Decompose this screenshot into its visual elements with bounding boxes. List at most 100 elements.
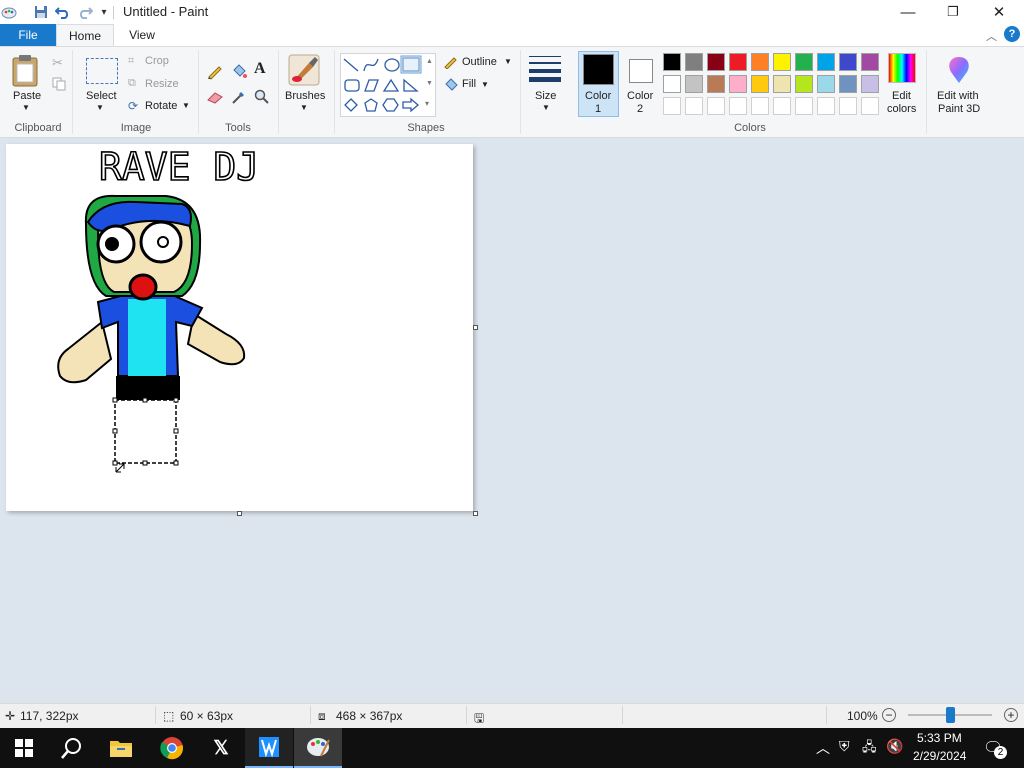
tray-overflow-chevron-icon[interactable]: ︿ bbox=[816, 738, 830, 758]
text-tool-icon[interactable]: A bbox=[254, 60, 266, 78]
video-editor-button[interactable] bbox=[245, 728, 293, 768]
size-dropdown-chevron-icon[interactable]: ▼ bbox=[542, 103, 550, 112]
size-icon[interactable] bbox=[529, 54, 561, 85]
outline-icon[interactable] bbox=[443, 55, 459, 72]
paste-dropdown-chevron-icon[interactable]: ▼ bbox=[22, 103, 30, 112]
undo-icon[interactable] bbox=[54, 3, 72, 21]
tab-home[interactable]: Home bbox=[56, 24, 114, 46]
shapes-expand-icon[interactable]: ▾ bbox=[425, 99, 429, 108]
palette-swatch[interactable] bbox=[751, 53, 769, 71]
palette-swatch[interactable] bbox=[795, 75, 813, 93]
drawing-canvas[interactable]: RAVE DJ bbox=[6, 144, 473, 511]
zoom-in-button[interactable]: + bbox=[1004, 708, 1018, 722]
taskbar-time[interactable]: 5:33 PM bbox=[917, 731, 962, 745]
x-app-icon[interactable]: 𝕏 bbox=[197, 728, 245, 768]
palette-swatch[interactable] bbox=[663, 53, 681, 71]
collapse-ribbon-chevron-icon[interactable]: ︿ bbox=[986, 28, 997, 44]
taskbar-date[interactable]: 2/29/2024 bbox=[913, 749, 966, 763]
custom-color-slot[interactable] bbox=[729, 97, 747, 115]
outline-button[interactable]: Outline bbox=[462, 56, 497, 68]
chrome-button[interactable] bbox=[148, 728, 196, 768]
palette-swatch[interactable] bbox=[861, 75, 879, 93]
rotate-dropdown-chevron-icon[interactable]: ▼ bbox=[182, 101, 190, 110]
custom-color-slot[interactable] bbox=[839, 97, 857, 115]
palette-swatch[interactable] bbox=[707, 53, 725, 71]
crop-icon[interactable]: ⌗ bbox=[128, 55, 134, 68]
palette-swatch[interactable] bbox=[663, 75, 681, 93]
paint-taskbar-button[interactable] bbox=[294, 728, 342, 768]
paint3d-icon[interactable] bbox=[945, 55, 973, 88]
save-icon[interactable] bbox=[32, 3, 50, 21]
restore-button[interactable]: ❐ bbox=[930, 0, 976, 24]
color2-swatch[interactable] bbox=[629, 59, 653, 83]
shapes-scroll-up-icon[interactable]: ▲ bbox=[426, 58, 433, 65]
copy-icon[interactable] bbox=[52, 77, 66, 94]
canvas-resize-handle-bottom[interactable] bbox=[237, 511, 242, 516]
minimize-button[interactable]: — bbox=[885, 0, 931, 24]
redo-icon[interactable] bbox=[76, 3, 94, 21]
shapes-gallery[interactable] bbox=[340, 53, 436, 117]
search-button[interactable] bbox=[48, 728, 96, 768]
canvas-resize-handle-corner[interactable] bbox=[473, 511, 478, 516]
tab-view[interactable]: View bbox=[114, 24, 170, 46]
close-button[interactable]: ✕ bbox=[976, 0, 1022, 24]
magnifier-icon[interactable] bbox=[254, 89, 270, 108]
palette-swatch[interactable] bbox=[839, 75, 857, 93]
eraser-icon[interactable] bbox=[206, 90, 224, 107]
palette-swatch[interactable] bbox=[773, 75, 791, 93]
custom-color-slot[interactable] bbox=[751, 97, 769, 115]
pencil-icon[interactable] bbox=[206, 62, 224, 83]
shapes-scroll-down-icon[interactable]: ▼ bbox=[426, 80, 433, 87]
palette-swatch[interactable] bbox=[729, 75, 747, 93]
brushes-dropdown-chevron-icon[interactable]: ▼ bbox=[300, 103, 308, 112]
edit-colors-icon[interactable] bbox=[888, 53, 916, 83]
selection-rectangle[interactable] bbox=[114, 399, 177, 464]
palette-swatch[interactable] bbox=[707, 75, 725, 93]
select-dropdown-chevron-icon[interactable]: ▼ bbox=[96, 103, 104, 112]
zoom-slider-thumb[interactable] bbox=[946, 707, 955, 723]
resize-icon[interactable]: ⧉ bbox=[128, 77, 136, 90]
palette-swatch[interactable] bbox=[839, 53, 857, 71]
customize-toolbar-chevron-icon[interactable]: ▾ bbox=[95, 3, 113, 21]
palette-swatch[interactable] bbox=[795, 53, 813, 71]
custom-color-slot[interactable] bbox=[707, 97, 725, 115]
file-explorer-button[interactable] bbox=[97, 728, 145, 768]
color-picker-icon[interactable] bbox=[230, 88, 248, 109]
security-tray-icon[interactable]: ⛨ bbox=[839, 738, 850, 755]
palette-swatch[interactable] bbox=[685, 53, 703, 71]
start-button[interactable] bbox=[0, 728, 48, 768]
resize-button[interactable]: Resize bbox=[145, 78, 179, 90]
custom-color-slot[interactable] bbox=[773, 97, 791, 115]
tab-file[interactable]: File bbox=[0, 24, 56, 46]
network-icon[interactable]: 🖧 bbox=[862, 738, 877, 760]
fill-button[interactable]: Fill bbox=[462, 78, 476, 90]
volume-muted-icon[interactable]: 🔇 bbox=[886, 738, 903, 755]
custom-color-slot[interactable] bbox=[817, 97, 835, 115]
custom-color-slot[interactable] bbox=[795, 97, 813, 115]
brushes-icon[interactable] bbox=[287, 53, 321, 90]
fill-icon[interactable] bbox=[443, 77, 459, 96]
palette-swatch[interactable] bbox=[685, 75, 703, 93]
fill-bucket-icon[interactable] bbox=[230, 62, 248, 83]
custom-color-slot[interactable] bbox=[663, 97, 681, 115]
palette-swatch[interactable] bbox=[817, 75, 835, 93]
canvas-resize-handle-right[interactable] bbox=[473, 325, 478, 330]
paste-button[interactable] bbox=[10, 54, 42, 91]
palette-swatch[interactable] bbox=[861, 53, 879, 71]
cut-icon[interactable]: ✂ bbox=[52, 55, 63, 71]
palette-swatch[interactable] bbox=[751, 75, 769, 93]
outline-dropdown-chevron-icon[interactable]: ▼ bbox=[504, 57, 512, 66]
crop-button[interactable]: Crop bbox=[145, 55, 169, 67]
fill-dropdown-chevron-icon[interactable]: ▼ bbox=[481, 80, 489, 89]
custom-color-slot[interactable] bbox=[861, 97, 879, 115]
select-icon[interactable] bbox=[86, 58, 118, 84]
zoom-out-button[interactable]: − bbox=[882, 708, 896, 722]
help-icon[interactable]: ? bbox=[1004, 26, 1020, 42]
palette-swatch[interactable] bbox=[773, 53, 791, 71]
palette-swatch[interactable] bbox=[729, 53, 747, 71]
rotate-button[interactable]: Rotate bbox=[145, 100, 177, 112]
custom-color-slot[interactable] bbox=[685, 97, 703, 115]
paint-app-icon[interactable] bbox=[0, 3, 18, 21]
rotate-icon[interactable]: ⟳ bbox=[128, 99, 138, 113]
palette-swatch[interactable] bbox=[817, 53, 835, 71]
